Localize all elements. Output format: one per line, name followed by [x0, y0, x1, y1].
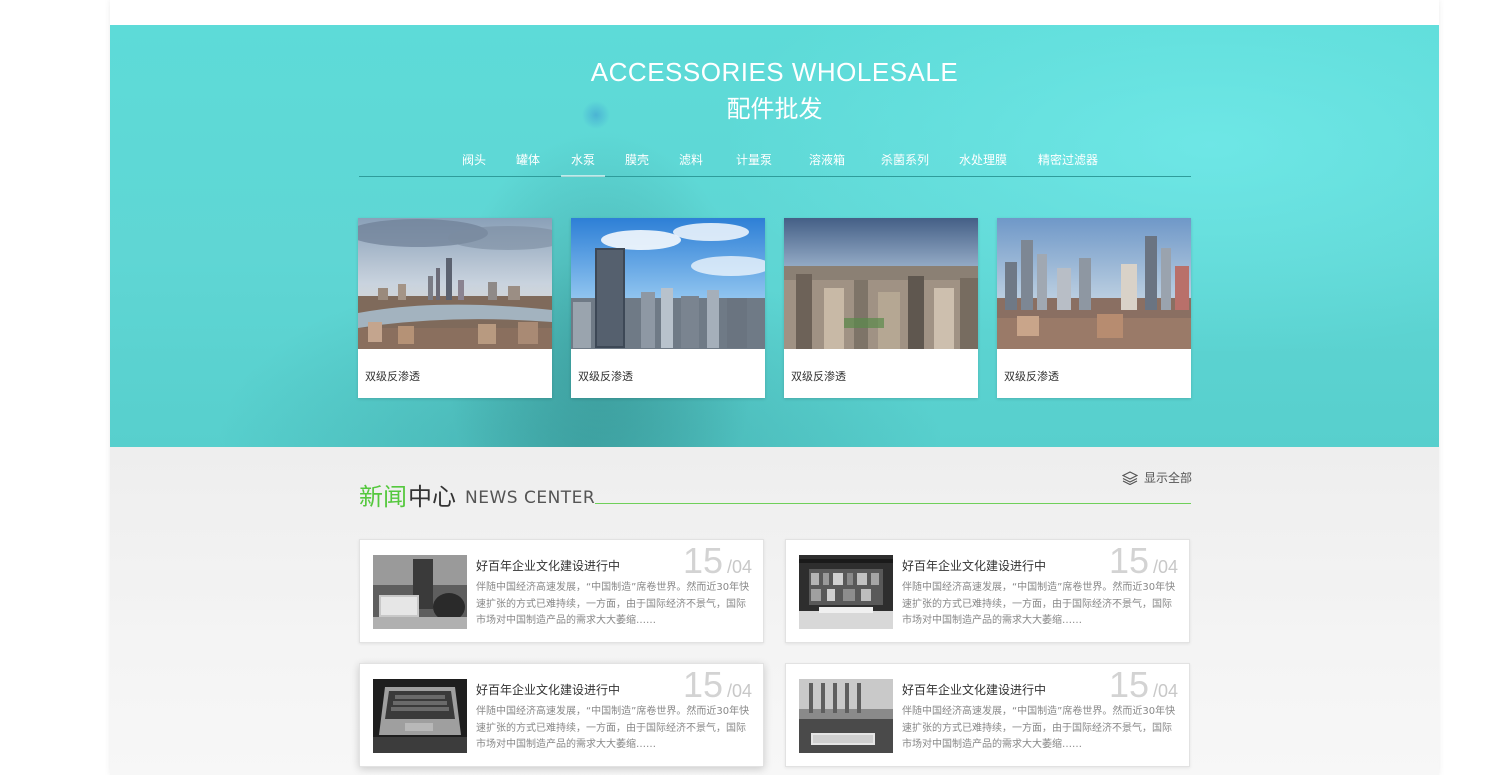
news-month: /04 [1152, 681, 1178, 701]
news-thumbnail [373, 555, 467, 629]
section-title-cn: 配件批发 [726, 95, 823, 123]
news-title: 好百年企业文化建设进行中 [902, 559, 1047, 573]
product-card[interactable]: 双级反渗透 [571, 218, 765, 398]
news-title: 好百年企业文化建设进行中 [476, 683, 621, 697]
product-label: 双级反渗透 [578, 370, 633, 383]
product-label: 双级反渗透 [791, 370, 846, 383]
news-card[interactable]: 好百年企业文化建设进行中 15 /04 伴随中国经济高速发展，“中国制造”席卷世… [359, 539, 764, 643]
news-month: /04 [726, 681, 752, 701]
news-month: /04 [1152, 557, 1178, 577]
news-month: /04 [726, 557, 752, 577]
product-image [784, 218, 978, 349]
news-day: 15 [682, 664, 723, 705]
product-card[interactable]: 双级反渗透 [358, 218, 552, 398]
news-thumbnail [799, 679, 893, 753]
page-container: ACCESSORIES WHOLESALE 配件批发 阀头 罐体 水泵 膜壳 滤… [110, 0, 1439, 775]
news-title-en: NEWS CENTER [465, 488, 596, 508]
category-tab-solution-tank[interactable]: 溶液箱 [809, 151, 845, 168]
category-tab-membrane-housing[interactable]: 膜壳 [625, 151, 649, 168]
section-title-en: ACCESSORIES WHOLESALE [590, 57, 959, 87]
layers-icon [1122, 470, 1138, 485]
category-tab-valve-head[interactable]: 阀头 [462, 151, 486, 168]
product-label: 双级反渗透 [365, 370, 420, 383]
news-card[interactable]: 好百年企业文化建设进行中 15 /04 伴随中国经济高速发展，“中国制造”席卷世… [359, 663, 764, 767]
news-title: 好百年企业文化建设进行中 [902, 683, 1047, 697]
product-card[interactable]: 双级反渗透 [784, 218, 978, 398]
news-summary: 伴随中国经济高速发展，“中国制造”席卷世界。然而近30年快速扩张的方式已难持续，… [476, 582, 750, 626]
category-tab-sterilization[interactable]: 杀菌系列 [881, 151, 929, 168]
product-label: 双级反渗透 [1004, 370, 1059, 383]
title-divider [595, 503, 1191, 504]
news-summary: 伴随中国经济高速发展，“中国制造”席卷世界。然而近30年快速扩张的方式已难持续，… [902, 706, 1176, 750]
show-all-label: 显示全部 [1144, 471, 1193, 485]
news-card[interactable]: 好百年企业文化建设进行中 15 /04 伴随中国经济高速发展，“中国制造”席卷世… [785, 663, 1190, 767]
accessories-banner: ACCESSORIES WHOLESALE 配件批发 阀头 罐体 水泵 膜壳 滤… [110, 25, 1439, 447]
category-tab-precision-filter[interactable]: 精密过滤器 [1038, 151, 1098, 168]
show-all-link[interactable]: 显示全部 [1122, 469, 1192, 486]
news-summary: 伴随中国经济高速发展，“中国制造”席卷世界。然而近30年快速扩张的方式已难持续，… [902, 582, 1176, 626]
news-title: 中心 [408, 483, 456, 511]
product-image [571, 218, 765, 349]
product-image [358, 218, 552, 349]
news-day: 15 [682, 540, 723, 581]
news-day: 15 [1108, 664, 1149, 705]
category-tab-water-membrane[interactable]: 水处理膜 [959, 151, 1007, 168]
category-tab-filter-media[interactable]: 滤料 [679, 151, 703, 168]
news-center-section: 新闻 中心 NEWS CENTER 显示全部 好百年企业文化建设进行中 15 /… [110, 447, 1439, 775]
news-card[interactable]: 好百年企业文化建设进行中 15 /04 伴随中国经济高速发展，“中国制造”席卷世… [785, 539, 1190, 643]
product-card[interactable]: 双级反渗透 [997, 218, 1191, 398]
category-tab-metering-pump[interactable]: 计量泵 [736, 151, 772, 168]
news-thumbnail [373, 679, 467, 753]
product-image [997, 218, 1191, 349]
category-tab-water-pump[interactable]: 水泵 [560, 151, 606, 177]
news-thumbnail [799, 555, 893, 629]
news-title: 好百年企业文化建设进行中 [476, 559, 621, 573]
category-tab-tank[interactable]: 罐体 [516, 151, 540, 168]
category-nav: 阀头 罐体 水泵 膜壳 滤料 计量泵 溶液箱 杀菌系列 水处理膜 精密过滤器 [359, 143, 1191, 177]
news-title-accent: 新闻 [359, 483, 407, 511]
news-day: 15 [1108, 540, 1149, 581]
news-summary: 伴随中国经济高速发展，“中国制造”席卷世界。然而近30年快速扩张的方式已难持续，… [476, 706, 750, 750]
